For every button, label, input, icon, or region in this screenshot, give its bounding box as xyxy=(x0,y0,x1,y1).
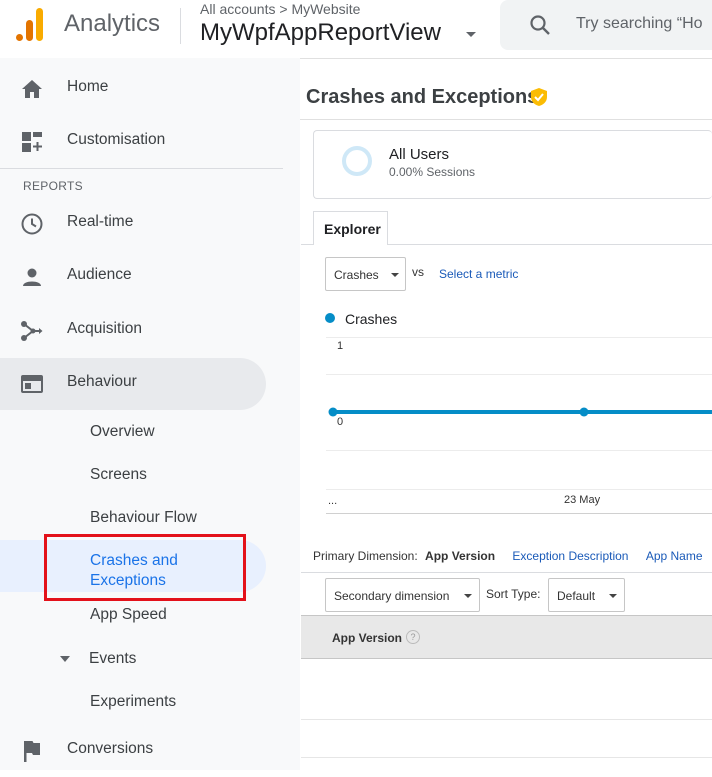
table-row-divider xyxy=(301,757,712,758)
secondary-dimension-select[interactable]: Secondary dimension xyxy=(325,578,480,612)
sort-type-value: Default xyxy=(557,589,596,603)
toolbar-divider xyxy=(301,572,712,573)
primary-dimension-app-name[interactable]: App Name xyxy=(646,549,703,563)
data-point[interactable] xyxy=(328,407,338,417)
primary-dimension-exception-description[interactable]: Exception Description xyxy=(512,549,628,563)
sort-type-label: Sort Type: xyxy=(486,587,541,601)
chevron-down-icon xyxy=(609,594,617,598)
data-point[interactable] xyxy=(579,407,589,417)
table-header: App Version ? xyxy=(301,615,712,659)
column-header-app-version[interactable]: App Version xyxy=(332,631,402,645)
primary-dimension-row: Primary Dimension: App Version Exception… xyxy=(313,549,703,563)
table-row-divider xyxy=(301,719,712,720)
secondary-dimension-label: Secondary dimension xyxy=(334,589,450,603)
sort-type-select[interactable]: Default xyxy=(548,578,625,612)
primary-dimension-label: Primary Dimension: xyxy=(313,549,418,563)
primary-dimension-active[interactable]: App Version xyxy=(425,549,495,563)
help-icon[interactable]: ? xyxy=(406,630,420,644)
chevron-down-icon xyxy=(464,594,472,598)
